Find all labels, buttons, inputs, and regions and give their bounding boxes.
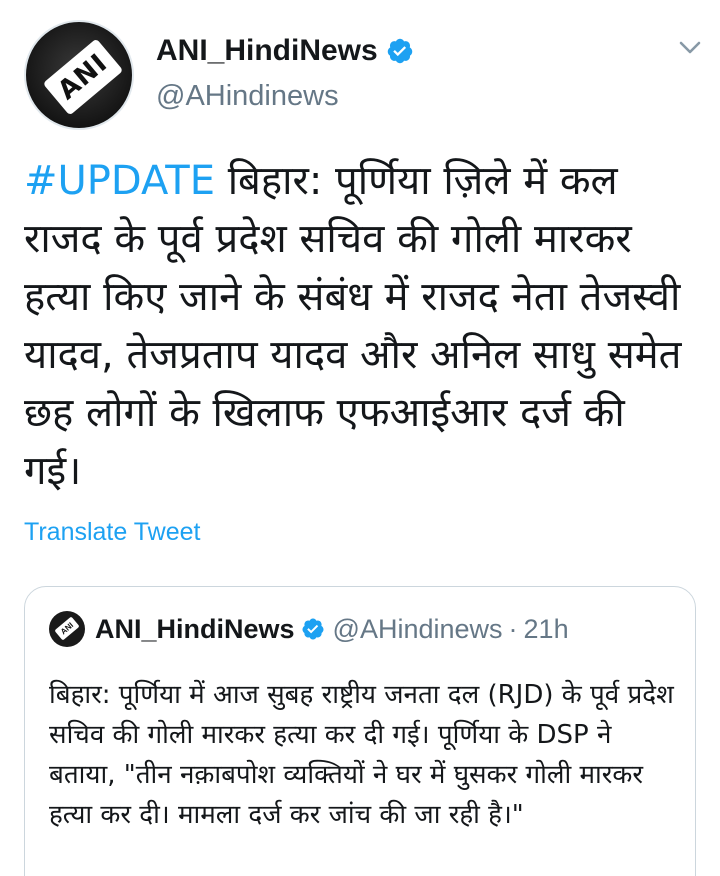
ani-logo-small: ANI (54, 616, 80, 641)
author-names: ANI_HindiNews @AHindinews (156, 34, 414, 113)
quoted-tweet-text: बिहार: पूर्णिया में आज सुबह राष्ट्रीय जन… (49, 680, 674, 830)
translate-tweet-link[interactable]: Translate Tweet (24, 518, 200, 547)
verified-badge-icon (387, 38, 412, 64)
quoted-author-handle: @AHindinews (332, 613, 503, 644)
author-display-name[interactable]: ANI_HindiNews (156, 34, 378, 68)
author-handle[interactable]: @AHindinews (156, 80, 414, 113)
quoted-tweet-card[interactable]: ANI ANI_HindiNews @AHindinews · 21h बिहा… (24, 586, 696, 876)
tweet-text: बिहार: पूर्णिया ज़िले में कल राजद के पूर… (24, 158, 682, 494)
chevron-down-icon[interactable] (676, 38, 704, 58)
author-avatar[interactable]: ANI (24, 20, 134, 130)
quoted-author-avatar: ANI (49, 611, 85, 647)
ani-logo: ANI (42, 38, 124, 116)
verified-badge-icon (302, 618, 324, 640)
quoted-tweet-header: ANI ANI_HindiNews @AHindinews · 21h (49, 611, 569, 647)
meta-separator: · (508, 613, 518, 644)
quoted-tweet-timestamp[interactable]: 21h (524, 614, 569, 645)
tweet-body: #UPDATE बिहार: पूर्णिया ज़िले में कल राज… (24, 152, 694, 500)
hashtag-link[interactable]: #UPDATE (24, 158, 215, 204)
author-display-name-row[interactable]: ANI_HindiNews (156, 34, 414, 68)
tweet-header: ANI ANI_HindiNews @AHindinews (24, 20, 704, 130)
quoted-author-display-name: ANI_HindiNews (95, 613, 295, 644)
